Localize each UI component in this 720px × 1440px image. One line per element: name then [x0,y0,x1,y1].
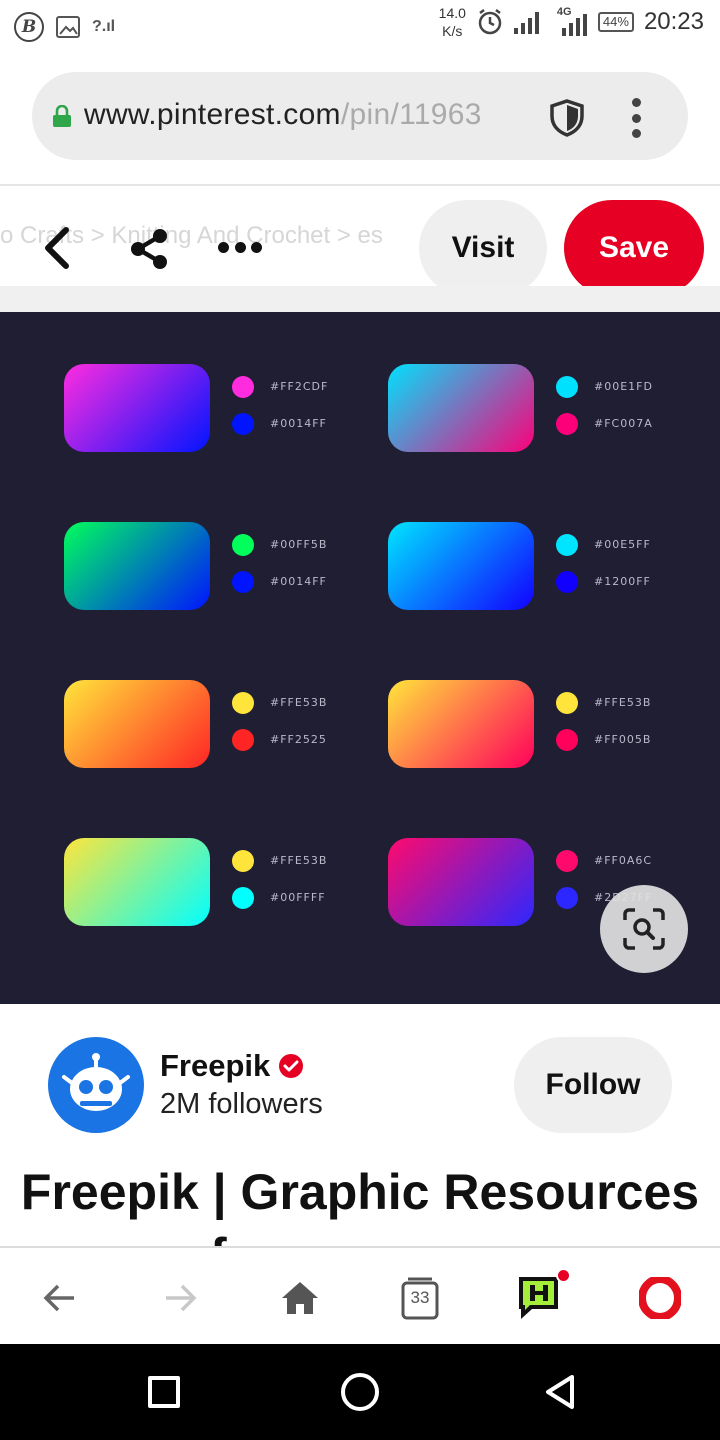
recent-apps-icon[interactable] [148,1376,180,1408]
more-options-icon[interactable] [218,242,262,254]
creator-avatar[interactable] [48,1037,144,1133]
hex-code-label: #FF2CDF [270,380,329,393]
status-bar: B ?.ıl 14.0 K/s 4G 44% 20:23 [0,0,720,52]
visit-button[interactable]: Visit [419,200,547,286]
image-icon [56,16,80,38]
lens-search-icon [623,908,665,950]
color-dot [556,534,578,556]
lock-icon [53,105,71,127]
hex-code-label: #FC007A [594,417,653,430]
back-arrow-icon[interactable] [40,226,74,270]
system-nav-bar [0,1344,720,1440]
hex-code-label: #1200FF [594,575,651,588]
url-text[interactable]: www.pinterest.com/pin/11963 [84,98,542,132]
shield-icon[interactable] [548,98,586,138]
separator-strip [0,286,720,312]
notification-dot [556,1268,571,1283]
hex-code-label: #00E5FF [594,538,651,551]
color-dot [232,571,254,593]
hex-code-label: #FFE53B [270,854,328,867]
browser-forward-icon[interactable] [156,1274,204,1322]
hex-code-label: #00FFFF [270,891,326,904]
color-dot [556,692,578,714]
color-dot [232,887,254,909]
signal-4g-icon [561,14,587,36]
hex-code-label: #FFE53B [270,696,328,709]
no-signal-icon: ?.ıl [92,18,116,35]
color-dot [232,376,254,398]
color-dot [556,850,578,872]
hex-code-label: #00FF5B [270,538,328,551]
gradient-swatch [388,364,534,452]
hex-code-label: #0014FF [270,575,327,588]
follower-count: 2M followers [160,1088,323,1120]
hex-code-label: #00E1FD [594,380,653,393]
browser-toolbar: 33 [0,1246,720,1344]
opera-menu-icon[interactable] [636,1274,684,1322]
pin-title: Freepik | Graphic Resources for everyone [20,1164,700,1246]
share-icon[interactable] [128,228,170,270]
gradient-swatch [388,680,534,768]
color-dot [556,376,578,398]
hype-button[interactable] [516,1268,571,1322]
color-dot [232,850,254,872]
system-back-icon[interactable] [544,1374,576,1410]
color-dot [232,692,254,714]
tabs-button[interactable]: 33 [396,1274,444,1322]
follow-button[interactable]: Follow [514,1037,672,1133]
system-home-icon[interactable] [341,1373,379,1411]
hex-code-label: #0014FF [270,417,327,430]
browser-menu-icon[interactable] [624,98,648,138]
verified-badge-icon [279,1054,304,1078]
gradient-swatch [64,838,210,926]
hex-code-label: #FF005B [594,733,652,746]
gradient-swatch [64,680,210,768]
gradient-swatch [64,364,210,452]
battery-indicator: 44% [597,12,634,32]
hype-chat-icon [519,1277,558,1319]
hex-code-label: #FF2525 [270,733,327,746]
gradient-swatch [64,522,210,610]
color-dot [232,413,254,435]
hex-code-label: #FF0A6C [594,854,653,867]
network-4g-indicator: 4G [554,6,588,36]
address-bar[interactable]: www.pinterest.com/pin/11963 [32,72,688,160]
signal-icon [513,12,539,34]
color-dot [232,729,254,751]
color-dot [556,729,578,751]
home-icon[interactable] [276,1274,324,1322]
browser-back-icon[interactable] [36,1274,84,1322]
pin-action-row: o Crafts > Knitting And Crochet > es Vis… [0,186,720,286]
gradient-swatch [388,522,534,610]
color-dot [556,413,578,435]
gradient-swatch [388,838,534,926]
visual-search-button[interactable] [600,885,688,973]
tab-count: 33 [410,1288,430,1307]
pin-image[interactable]: #2D27FF#FF0A6C#00FFFF#FFE53B#FF005B#FFE5… [0,312,720,1004]
alarm-icon [478,9,502,35]
clock: 20:23 [643,8,704,35]
hex-code-label: #FFE53B [594,696,652,709]
color-dot [556,887,578,909]
color-dot [232,534,254,556]
save-button[interactable]: Save [564,200,704,286]
network-speed: 14.0 K/s [438,5,466,39]
b-app-icon: B [14,12,44,42]
freepik-logo-icon [62,1053,130,1111]
creator-name[interactable]: Freepik [160,1048,304,1084]
color-dot [556,571,578,593]
